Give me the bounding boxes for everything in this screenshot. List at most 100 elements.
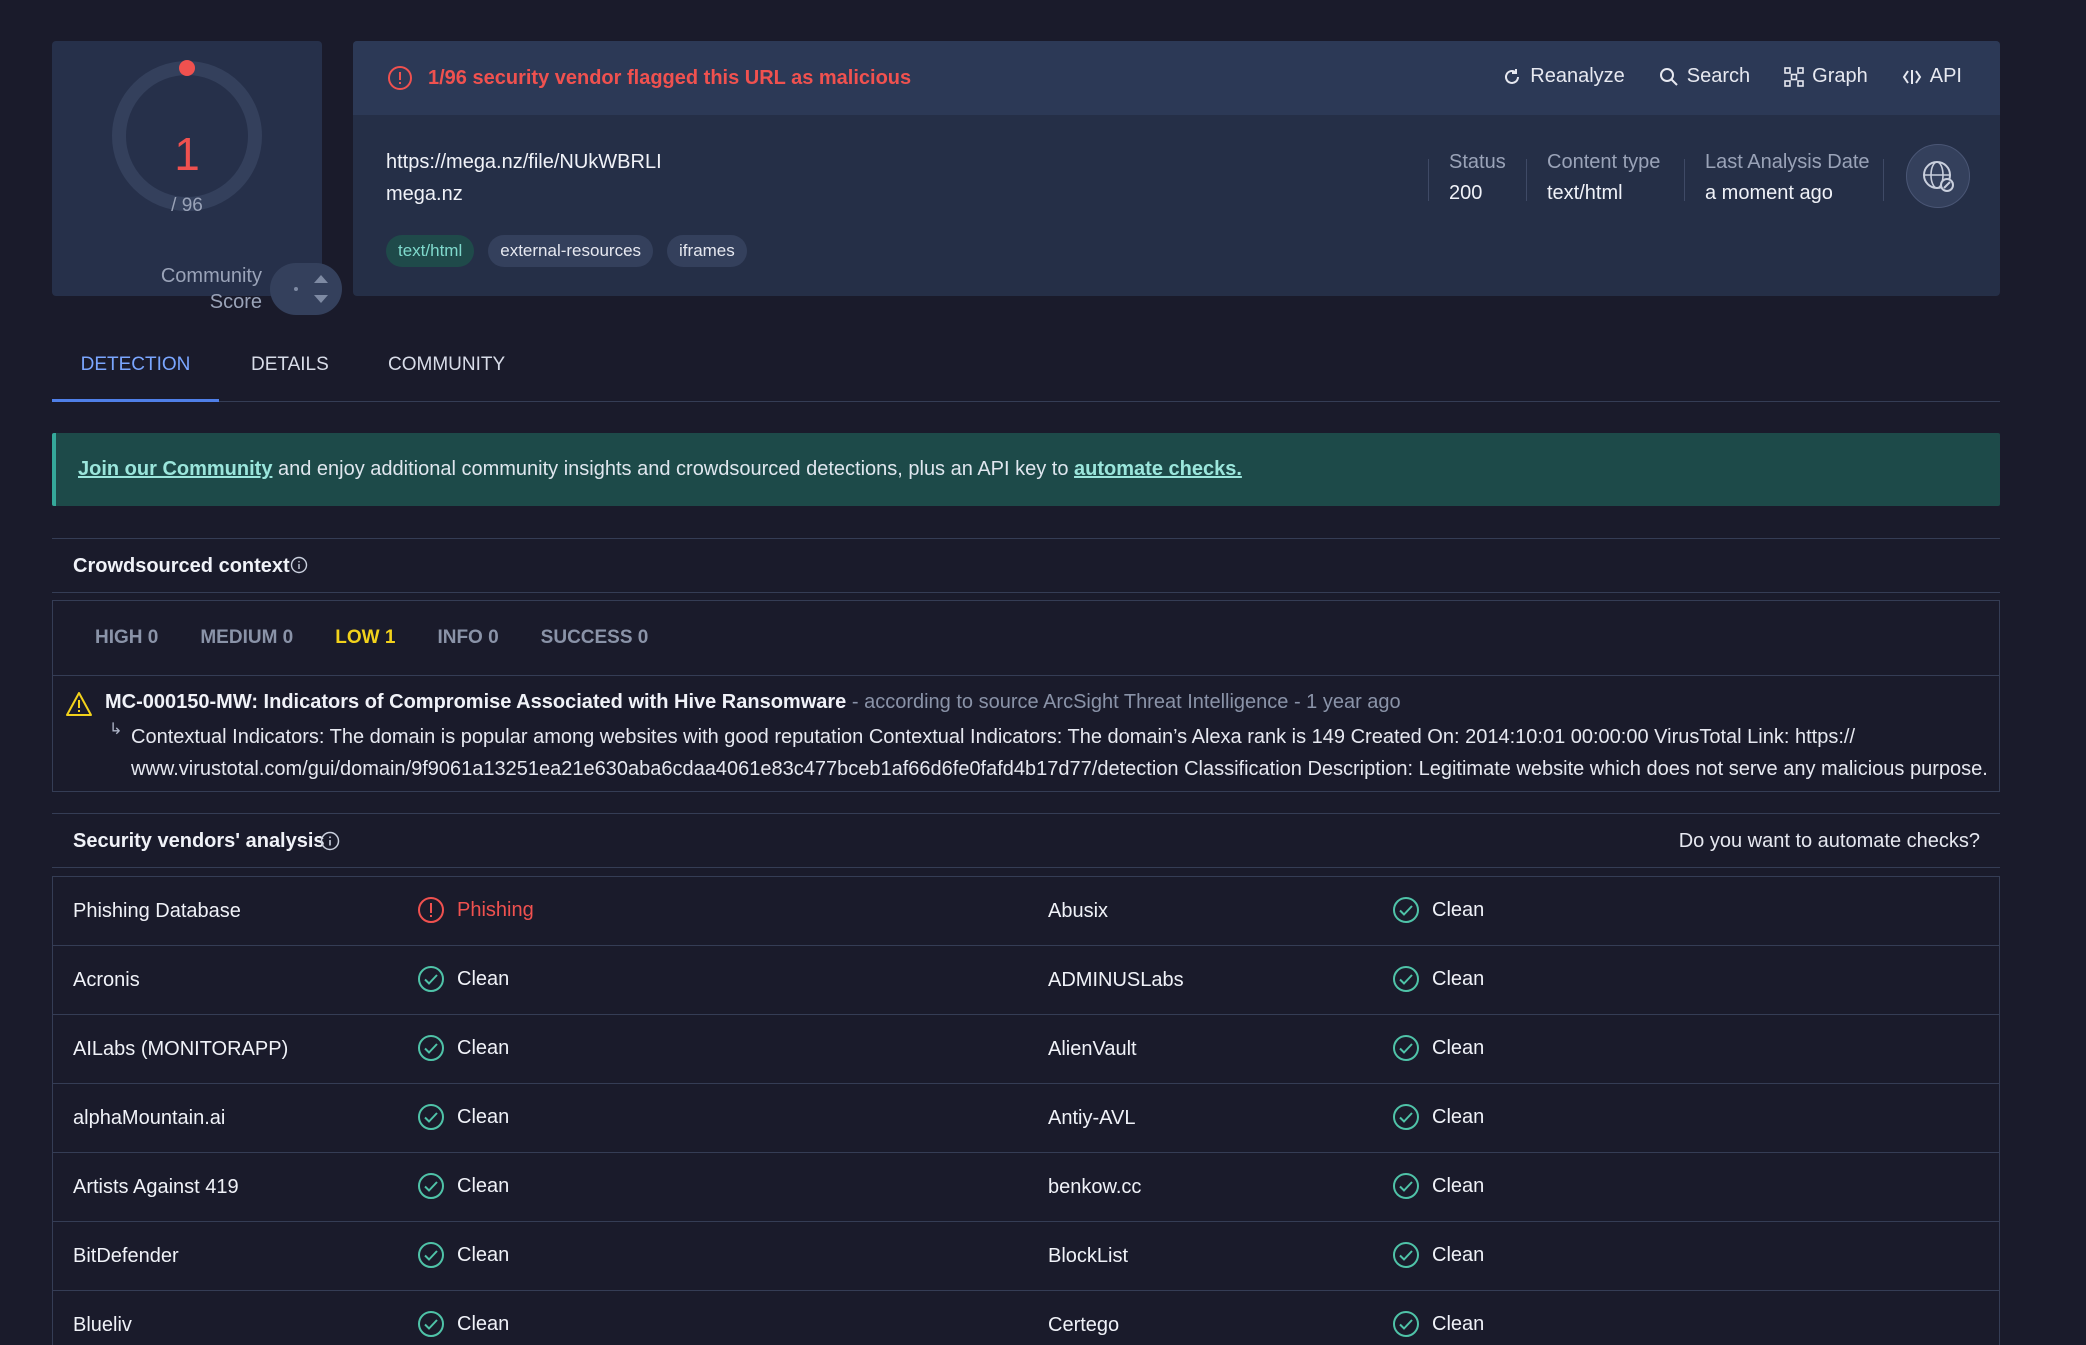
vendor-result-label: Clean (457, 1243, 510, 1266)
table-row: BitDefender Clean BlockList Clean (53, 1222, 1999, 1291)
vendor-result: Phishing (417, 896, 534, 924)
vendor-name[interactable]: Artists Against 419 (73, 1176, 239, 1199)
context-entry-body: Contextual Indicators: The domain is pop… (131, 726, 1988, 780)
meta-divider (1883, 159, 1884, 201)
toolbar-actions: Reanalyze Search Graph API (1502, 65, 1962, 88)
vendor-result: Clean (1392, 1103, 1484, 1131)
automate-checks-link[interactable]: automate checks. (1074, 458, 1242, 480)
detection-total: / 96 (171, 195, 203, 216)
meta-divider (1526, 159, 1527, 201)
tag-external-resources[interactable]: external-resources (488, 235, 654, 267)
check-circle-icon (1392, 965, 1420, 993)
check-circle-icon (417, 1310, 445, 1338)
vote-up-icon[interactable] (314, 275, 328, 283)
severity-tab-high[interactable]: HIGH 0 (95, 627, 158, 649)
tab-detection[interactable]: DETECTION (52, 354, 219, 402)
refresh-icon (1505, 68, 1520, 84)
vendor-result-label: Phishing (457, 898, 534, 921)
join-community-link[interactable]: Join our Community (78, 458, 272, 480)
vendor-result: Clean (1392, 1172, 1484, 1200)
meta-content-type: Content type text/html (1547, 151, 1661, 204)
graph-button[interactable]: Graph (1784, 65, 1868, 88)
divider (53, 675, 1999, 676)
table-row: AILabs (MONITORAPP) Clean AlienVault Clean (53, 1015, 1999, 1084)
vendor-name[interactable]: BitDefender (73, 1245, 179, 1268)
vendor-result-label: Clean (457, 1312, 510, 1335)
crowdsourced-context-box: HIGH 0 MEDIUM 0 LOW 1 INFO 0 SUCCESS 0 M… (52, 600, 2000, 792)
api-icon (1902, 69, 1921, 84)
community-vote-control[interactable] (270, 263, 342, 315)
vendor-name[interactable]: Certego (1048, 1314, 1119, 1337)
check-circle-icon (1392, 1241, 1420, 1269)
community-banner: Join our Community and enjoy additional … (52, 433, 2000, 506)
vendor-result-label: Clean (457, 967, 510, 990)
meta-last-analysis-date: Last Analysis Date a moment ago (1705, 151, 1870, 204)
vote-down-icon[interactable] (314, 295, 328, 303)
check-circle-icon (417, 1241, 445, 1269)
tab-details[interactable]: DETAILS (251, 354, 329, 402)
reanalyze-button[interactable]: Reanalyze (1502, 65, 1625, 88)
vendor-name[interactable]: Abusix (1048, 900, 1108, 923)
check-circle-icon (417, 1034, 445, 1062)
table-row: Phishing Database Phishing Abusix Clean (53, 877, 1999, 946)
tag-text-html[interactable]: text/html (386, 235, 475, 267)
tag-iframes[interactable]: iframes (667, 235, 747, 267)
alert-text: 1/96 security vendor flagged this URL as… (428, 67, 912, 89)
vendor-result-label: Clean (1432, 967, 1485, 990)
meta-status: Status 200 (1449, 151, 1506, 204)
scanned-url[interactable]: https://mega.nz/file/NUkWBRLI (386, 151, 662, 174)
severity-tab-medium[interactable]: MEDIUM 0 (200, 627, 293, 649)
vendor-name[interactable]: ADMINUSLabs (1048, 969, 1184, 992)
vendor-result: Clean (1392, 896, 1484, 924)
severity-tab-success[interactable]: SUCCESS 0 (541, 627, 649, 649)
vendor-name[interactable]: AILabs (MONITORAPP) (73, 1038, 288, 1061)
search-icon (1659, 67, 1678, 86)
alert-circle-icon (417, 896, 445, 924)
check-circle-icon (417, 965, 445, 993)
severity-tab-low[interactable]: LOW 1 (335, 627, 395, 649)
vendor-result: Clean (417, 1103, 509, 1131)
info-icon[interactable] (320, 831, 340, 851)
vendor-result: Clean (1392, 1034, 1484, 1062)
context-entry-title[interactable]: MC-000150-MW: Indicators of Compromise A… (105, 691, 1401, 714)
severity-tabs: HIGH 0 MEDIUM 0 LOW 1 INFO 0 SUCCESS 0 (95, 627, 648, 649)
detection-score-card: 1 / 96 Community Score (52, 41, 342, 315)
severity-tab-info[interactable]: INFO 0 (437, 627, 498, 649)
vendor-result: Clean (417, 1241, 509, 1269)
malicious-alert-bar: 1/96 security vendor flagged this URL as… (353, 41, 2000, 115)
vendor-name[interactable]: Blueliv (73, 1314, 132, 1337)
vendor-name[interactable]: Antiy-AVL (1048, 1107, 1135, 1130)
crowdsourced-context-header: Crowdsourced context (52, 538, 2000, 593)
api-button[interactable]: API (1902, 65, 1962, 88)
vendor-name[interactable]: alphaMountain.ai (73, 1107, 225, 1130)
automate-checks-question[interactable]: Do you want to automate checks? (1679, 830, 1980, 853)
vendor-result: Clean (417, 1034, 509, 1062)
vendor-name[interactable]: benkow.cc (1048, 1176, 1141, 1199)
table-row: Artists Against 419 Clean benkow.cc Clean (53, 1153, 1999, 1222)
vendor-result-label: Clean (1432, 1036, 1485, 1059)
vendor-name[interactable]: AlienVault (1048, 1038, 1137, 1061)
scanned-domain[interactable]: mega.nz (386, 183, 463, 206)
vendor-result-label: Clean (1432, 1174, 1485, 1197)
table-row: Blueliv Clean Certego Clean (53, 1291, 1999, 1345)
detection-count: 1 (174, 128, 200, 180)
tag-list: text/html external-resources iframes (386, 235, 747, 267)
vendor-name[interactable]: Phishing Database (73, 900, 241, 923)
check-circle-icon (1392, 896, 1420, 924)
check-circle-icon (1392, 1103, 1420, 1131)
info-icon[interactable] (290, 556, 308, 574)
search-button[interactable]: Search (1659, 65, 1750, 88)
tab-community[interactable]: COMMUNITY (388, 354, 505, 402)
check-circle-icon (1392, 1034, 1420, 1062)
check-circle-icon (1392, 1172, 1420, 1200)
meta-divider (1684, 159, 1685, 201)
vendor-name[interactable]: BlockList (1048, 1245, 1128, 1268)
url-globe-button[interactable] (1906, 144, 1970, 208)
vendors-table: Phishing Database Phishing Abusix Clean Acro… (52, 876, 2000, 1345)
vendor-name[interactable]: Acronis (73, 969, 140, 992)
security-vendors-header: Security vendors' analysis Do you want t… (52, 813, 2000, 868)
vendor-result-label: Clean (1432, 1312, 1485, 1335)
check-circle-icon (417, 1103, 445, 1131)
section-title: Crowdsourced context (73, 555, 290, 577)
vendor-result: Clean (417, 965, 509, 993)
